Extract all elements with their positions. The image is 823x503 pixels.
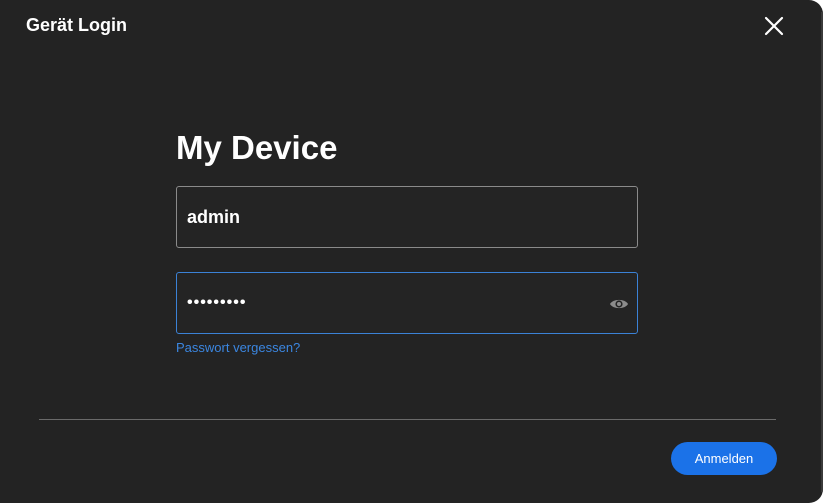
username-field-container xyxy=(176,186,638,248)
footer-divider xyxy=(39,419,776,420)
close-icon[interactable] xyxy=(760,12,788,40)
forgot-password-link[interactable]: Passwort vergessen? xyxy=(176,340,300,356)
login-dialog: Gerät Login My Device Passwort vergessen… xyxy=(0,0,823,503)
device-name-heading: My Device xyxy=(176,129,338,166)
password-field-container xyxy=(176,272,638,334)
login-button[interactable]: Anmelden xyxy=(671,442,777,475)
username-input[interactable] xyxy=(187,187,587,247)
password-input[interactable] xyxy=(187,273,587,333)
eye-icon[interactable] xyxy=(609,294,629,314)
dialog-title: Gerät Login xyxy=(26,15,128,35)
